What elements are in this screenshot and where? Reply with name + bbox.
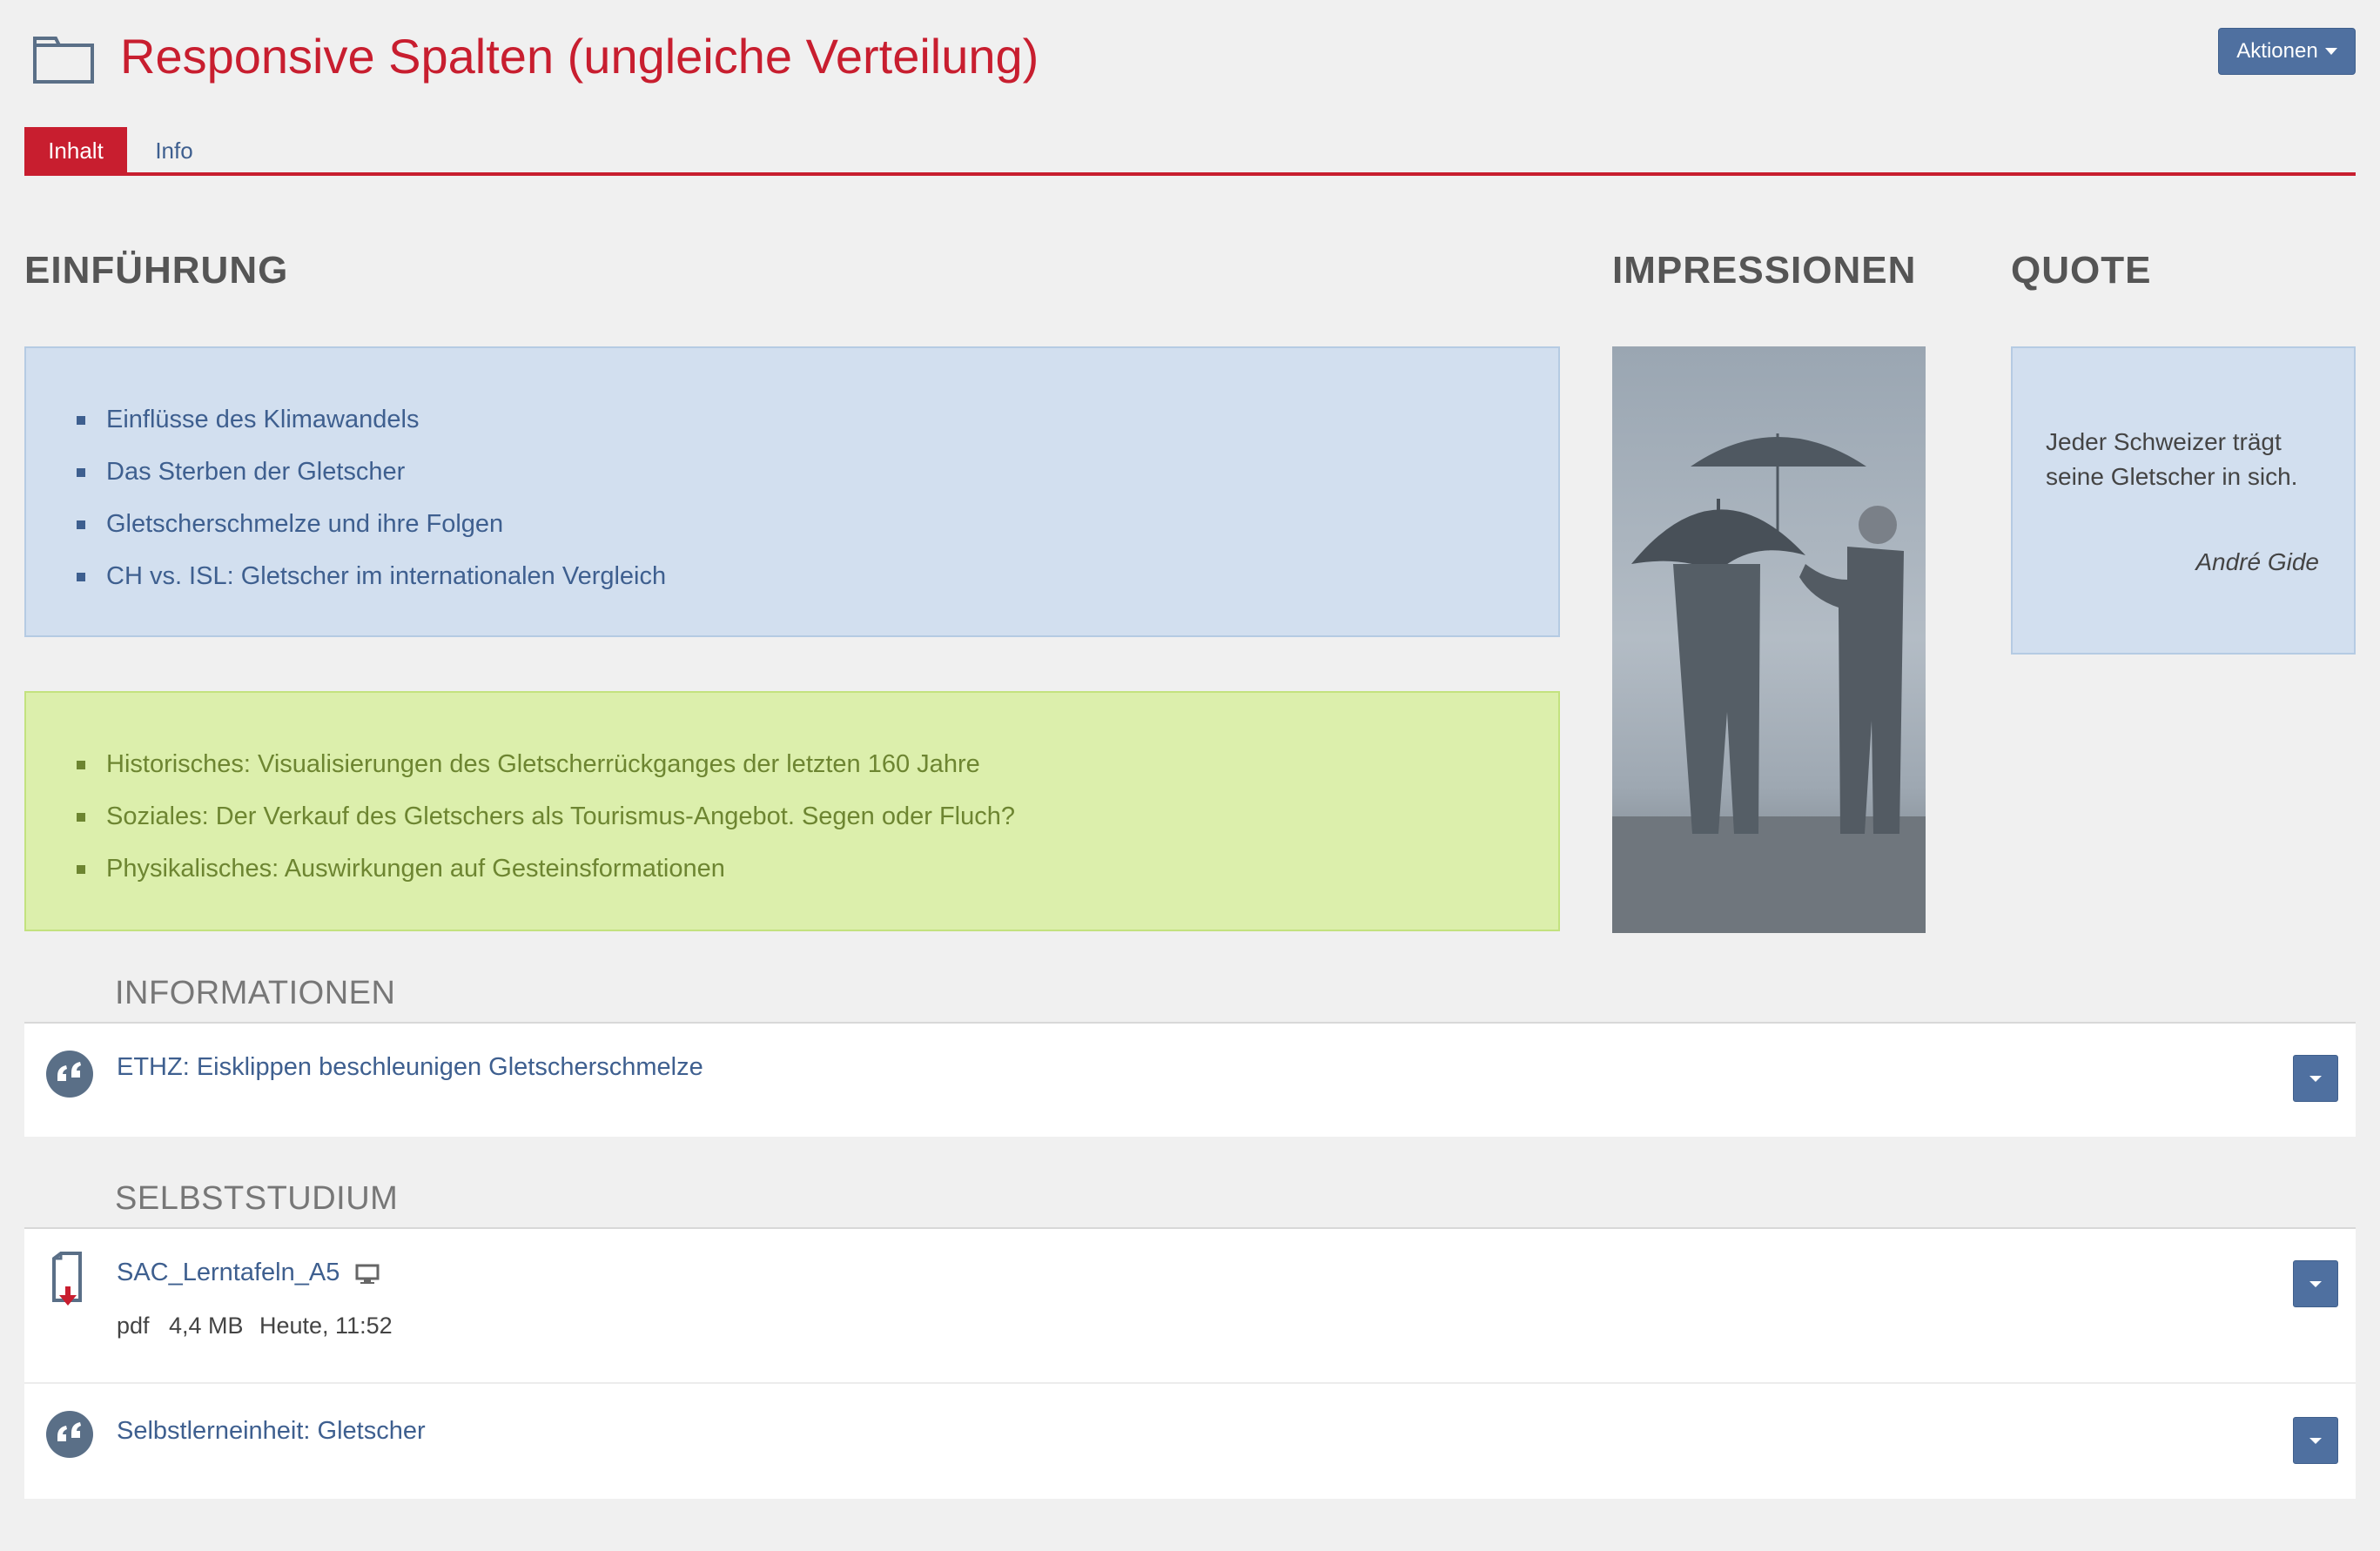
quote-text: Jeder Schweizer trägt seine Gletscher in… [2046, 428, 2298, 490]
list-item: Physikalisches: Auswirkungen auf Gestein… [77, 843, 1015, 895]
list-item: Einflüsse des Klimawandels [77, 393, 666, 446]
ethz-link[interactable]: ETHZ: Eisklippen beschleunigen Gletscher… [117, 1053, 703, 1082]
impression-image [1612, 346, 1926, 933]
file-download-icon [52, 1252, 82, 1306]
heading-quote: QUOTE [2011, 249, 2152, 292]
list-item: Selbstlerneinheit: Gletscher [24, 1384, 2356, 1499]
chevron-down-icon [2324, 48, 2337, 55]
intro-blue-list: Einflüsse des Klimawandels Das Sterben d… [77, 393, 666, 602]
file-size: 4,4 MB [169, 1313, 244, 1339]
item-menu-button[interactable] [2293, 1260, 2338, 1307]
item-menu-button[interactable] [2293, 1417, 2338, 1464]
actions-button[interactable]: Aktionen [2218, 28, 2356, 75]
page-title: Responsive Spalten (ungleiche Verteilung… [120, 29, 1039, 84]
chevron-down-icon [2309, 1437, 2322, 1444]
item-menu-button[interactable] [2293, 1055, 2338, 1102]
chevron-down-icon [2309, 1075, 2322, 1082]
monitor-icon[interactable] [355, 1264, 380, 1285]
chevron-down-icon [2309, 1280, 2322, 1287]
quote-bubble-icon [46, 1411, 93, 1458]
tab-bar-underline [24, 172, 2356, 176]
tab-inhalt[interactable]: Inhalt [24, 127, 127, 174]
folder-icon [33, 37, 94, 84]
section-title-informationen: INFORMATIONEN [115, 975, 396, 1011]
quote-box [2011, 346, 2356, 655]
actions-label: Aktionen [2236, 39, 2318, 63]
heading-einfuehrung: EINFÜHRUNG [24, 249, 289, 292]
heading-impressionen: IMPRESSIONEN [1612, 249, 1917, 292]
section-title-selbststudium: SELBSTSTUDIUM [115, 1180, 399, 1217]
file-type: pdf [117, 1313, 150, 1339]
intro-green-list: Historisches: Visualisierungen des Glets… [77, 738, 1015, 895]
list-item: Gletscherschmelze und ihre Folgen [77, 498, 666, 550]
selbstlerneinheit-link[interactable]: Selbstlerneinheit: Gletscher [117, 1417, 426, 1446]
list-item: Historisches: Visualisierungen des Glets… [77, 738, 1015, 790]
tab-info[interactable]: Info [139, 127, 209, 174]
list-item: SAC_Lerntafeln_A5 pdf 4,4 MB Heute, 11:5… [24, 1229, 2356, 1384]
sac-file-link[interactable]: SAC_Lerntafeln_A5 [117, 1259, 340, 1287]
list-item: ETHZ: Eisklippen beschleunigen Gletscher… [24, 1024, 2356, 1137]
quote-author: André Gide [2195, 548, 2319, 575]
list-item: CH vs. ISL: Gletscher im internationalen… [77, 550, 666, 602]
quote-bubble-icon [46, 1051, 93, 1098]
file-date: Heute, 11:52 [259, 1313, 393, 1339]
list-item: Soziales: Der Verkauf des Gletschers als… [77, 790, 1015, 843]
list-item: Das Sterben der Gletscher [77, 446, 666, 498]
